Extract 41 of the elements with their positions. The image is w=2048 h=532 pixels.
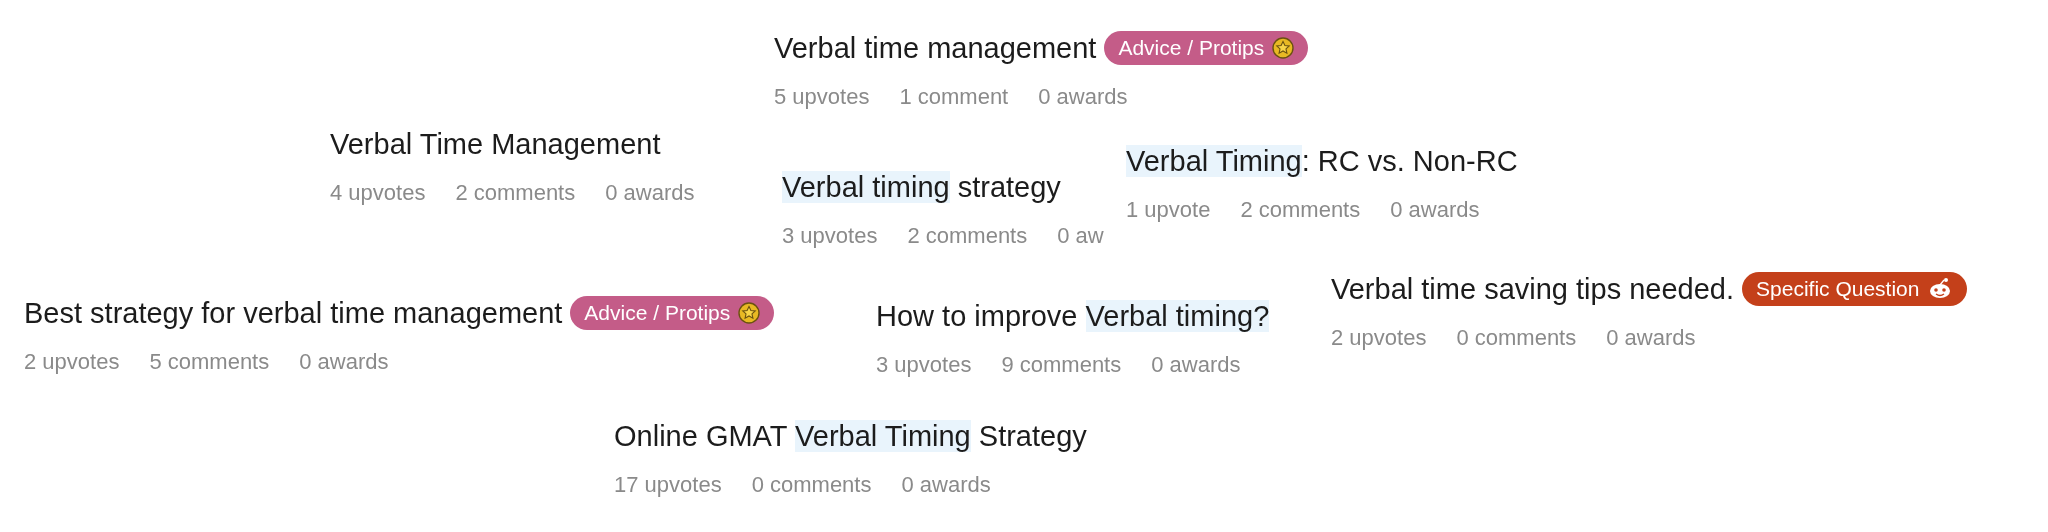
upvote-count: 1 upvote bbox=[1126, 197, 1211, 223]
comment-count: 2 comments bbox=[907, 223, 1028, 249]
award-count: 0 awards bbox=[1038, 84, 1128, 110]
comment-count: 5 comments bbox=[149, 349, 270, 375]
post-title[interactable]: How to improve Verbal timing? bbox=[876, 298, 1270, 334]
comment-count: 0 comments bbox=[751, 472, 872, 498]
search-highlight: Verbal timing bbox=[782, 171, 950, 203]
upvote-count: 2 upvotes bbox=[1331, 325, 1427, 351]
comment-count: 2 comments bbox=[455, 180, 576, 206]
flair-tag: Specific Question bbox=[1742, 272, 1968, 306]
upvote-count: 3 upvotes bbox=[876, 352, 972, 378]
post-title[interactable]: Verbal time management bbox=[774, 30, 1097, 66]
upvote-count: 5 upvotes bbox=[774, 84, 870, 110]
search-highlight: Verbal Timing bbox=[1126, 145, 1302, 177]
post-title[interactable]: Verbal Timing: RC vs. Non-RC bbox=[1126, 143, 1518, 179]
flair-tag: Advice / Protips bbox=[570, 296, 775, 330]
search-highlight: Verbal Timing bbox=[795, 420, 971, 452]
post-title[interactable]: Verbal timing strategy bbox=[782, 169, 1061, 205]
post-title[interactable]: Best strategy for verbal time management bbox=[24, 295, 563, 331]
award-count: 0 aw bbox=[1057, 223, 1104, 249]
post-title[interactable]: Verbal Time Management bbox=[330, 126, 661, 162]
award-count: 0 awards bbox=[1151, 352, 1241, 378]
award-count: 0 awards bbox=[1606, 325, 1696, 351]
post-title[interactable]: Verbal time saving tips needed. bbox=[1331, 271, 1735, 307]
award-count: 0 awards bbox=[605, 180, 695, 206]
search-highlight: Verbal timing? bbox=[1085, 300, 1270, 332]
upvote-count: 3 upvotes bbox=[782, 223, 878, 249]
comment-count: 0 comments bbox=[1456, 325, 1577, 351]
coin-icon bbox=[738, 302, 761, 324]
upvote-count: 2 upvotes bbox=[24, 349, 120, 375]
award-count: 0 awards bbox=[1390, 197, 1480, 223]
flair-tag: Advice / Protips bbox=[1104, 31, 1309, 65]
award-count: 0 awards bbox=[299, 349, 389, 375]
upvote-count: 4 upvotes bbox=[330, 180, 426, 206]
upvote-count: 17 upvotes bbox=[614, 472, 722, 498]
coin-icon bbox=[1272, 37, 1295, 59]
award-count: 0 awards bbox=[901, 472, 991, 498]
post-title[interactable]: Online GMAT Verbal Timing Strategy bbox=[614, 418, 1087, 454]
comment-count: 2 comments bbox=[1240, 197, 1361, 223]
comment-count: 9 comments bbox=[1001, 352, 1122, 378]
comment-count: 1 comment bbox=[899, 84, 1009, 110]
